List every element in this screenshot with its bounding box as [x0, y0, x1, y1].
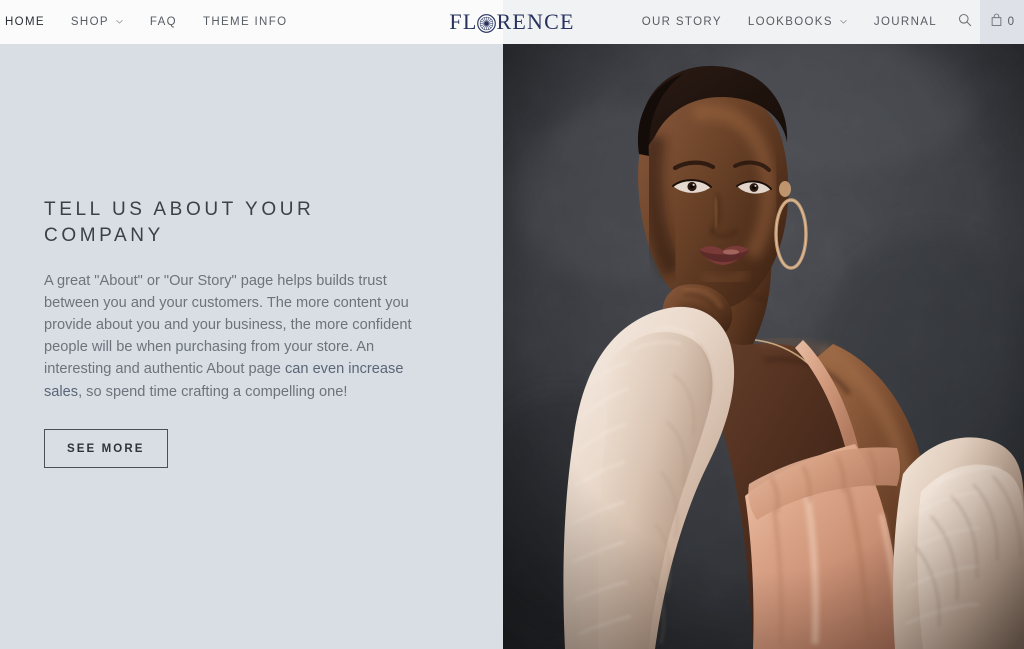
logo-text-before: FL	[449, 9, 478, 34]
page-root: HOME SHOP FAQ THEME INFO FL RENCE OUR ST…	[0, 0, 1024, 649]
nav-label: HOME	[5, 16, 45, 28]
nav-item-shop[interactable]: SHOP	[58, 0, 137, 44]
page-title: Tell Us About Your Company	[44, 199, 315, 247]
see-more-button[interactable]: SEE MORE	[44, 428, 168, 468]
nav-item-faq[interactable]: FAQ	[137, 0, 190, 44]
nav-label: LOOKBOOKS	[747, 16, 833, 28]
nav-item-lookbooks[interactable]: LOOKBOOKS	[735, 0, 861, 44]
about-text-section: Tell Us About Your Company A great "Abou…	[0, 44, 503, 649]
shopping-bag-icon	[990, 13, 1003, 32]
nav-label: OUR STORY	[641, 16, 722, 28]
about-paragraph: A great "About" or "Our Story" page help…	[44, 270, 436, 403]
fashion-model-photo	[503, 44, 1024, 649]
nav-label: SHOP	[70, 16, 109, 28]
nav-item-home[interactable]: HOME	[0, 0, 58, 44]
cart-button[interactable]: 0	[980, 0, 1024, 44]
site-header: HOME SHOP FAQ THEME INFO FL RENCE OUR ST…	[0, 0, 1024, 44]
chevron-down-icon	[839, 17, 848, 26]
logo-link[interactable]: FL RENCE	[449, 11, 574, 33]
search-icon	[958, 13, 972, 32]
search-button[interactable]	[950, 0, 980, 44]
nav-item-journal[interactable]: JOURNAL	[861, 0, 950, 44]
hero-image-section[interactable]	[503, 44, 1024, 649]
chevron-down-icon	[115, 17, 124, 26]
nav-item-theme-info[interactable]: THEME INFO	[190, 0, 300, 44]
nav-label: JOURNAL	[873, 16, 937, 28]
primary-nav-right: OUR STORY LOOKBOOKS JOURNAL	[629, 0, 980, 44]
rosette-medallion-icon	[477, 13, 497, 33]
nav-label: FAQ	[149, 16, 177, 28]
nav-item-our-story[interactable]: OUR STORY	[629, 0, 735, 44]
logo-text-after: RENCE	[496, 9, 575, 34]
paragraph-text-part2: , so spend time crafting a compelling on…	[78, 383, 348, 400]
cart-count: 0	[1007, 16, 1015, 28]
nav-label: THEME INFO	[202, 16, 288, 28]
primary-nav-left: HOME SHOP FAQ THEME INFO	[0, 0, 300, 44]
